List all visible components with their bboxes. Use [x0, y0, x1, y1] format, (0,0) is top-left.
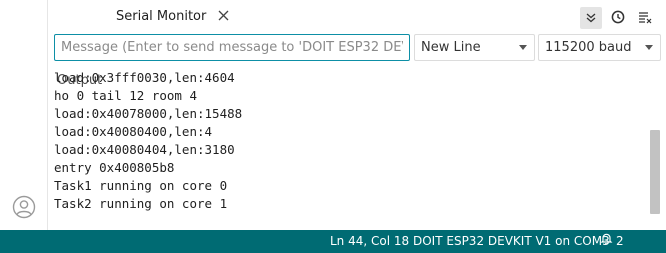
- chevron-down-icon: [519, 45, 527, 50]
- timestamp-button[interactable]: [607, 7, 629, 29]
- line-ending-select[interactable]: New Line: [414, 34, 535, 61]
- autoscroll-button[interactable]: [580, 7, 602, 29]
- tab-serial-monitor-label: Serial Monitor: [116, 9, 207, 24]
- cursor-position[interactable]: Ln 44, Col 18: [330, 230, 409, 253]
- output-line: load:0x3fff0030,len:4604: [54, 70, 235, 85]
- chevron-down-icon: [645, 45, 653, 50]
- output-line: entry 0x400805b8: [54, 160, 175, 175]
- baud-rate-select[interactable]: 115200 baud: [538, 34, 661, 61]
- notifications-count: 2: [616, 234, 624, 248]
- output-line: Task2 running on core 1: [54, 196, 228, 211]
- tab-serial-monitor[interactable]: Serial Monitor: [116, 0, 229, 32]
- account-avatar-icon[interactable]: [12, 195, 36, 219]
- line-ending-value: New Line: [421, 40, 481, 55]
- serial-output[interactable]: load:0x3fff0030,len:4604 ho 0 tail 12 ro…: [49, 64, 649, 230]
- output-scrollbar[interactable]: [650, 130, 660, 214]
- output-line: load:0x40080400,len:4: [54, 124, 213, 139]
- output-line: Task1 running on core 0: [54, 178, 228, 193]
- output-line: ho 0 tail 12 room 4: [54, 88, 197, 103]
- activity-sidebar: [0, 0, 48, 230]
- status-bar: Ln 44, Col 18 DOIT ESP32 DEVKIT V1 on CO…: [0, 230, 666, 253]
- clear-output-icon: [638, 9, 652, 28]
- notification-bell-icon: [600, 230, 613, 253]
- autoscroll-icon: [585, 9, 597, 28]
- panel-header: Output Serial Monitor: [49, 0, 666, 88]
- board-port-status[interactable]: DOIT ESP32 DEVKIT V1 on COM3: [413, 230, 610, 253]
- message-input[interactable]: [54, 34, 410, 61]
- close-icon[interactable]: [218, 1, 229, 21]
- notifications-button[interactable]: 2: [600, 230, 624, 253]
- baud-rate-value: 115200 baud: [545, 40, 632, 55]
- output-line: load:0x40078000,len:15488: [54, 106, 243, 121]
- clear-output-button[interactable]: [634, 7, 656, 29]
- output-line: load:0x40080404,len:3180: [54, 142, 235, 157]
- timestamp-clock-icon: [611, 9, 625, 28]
